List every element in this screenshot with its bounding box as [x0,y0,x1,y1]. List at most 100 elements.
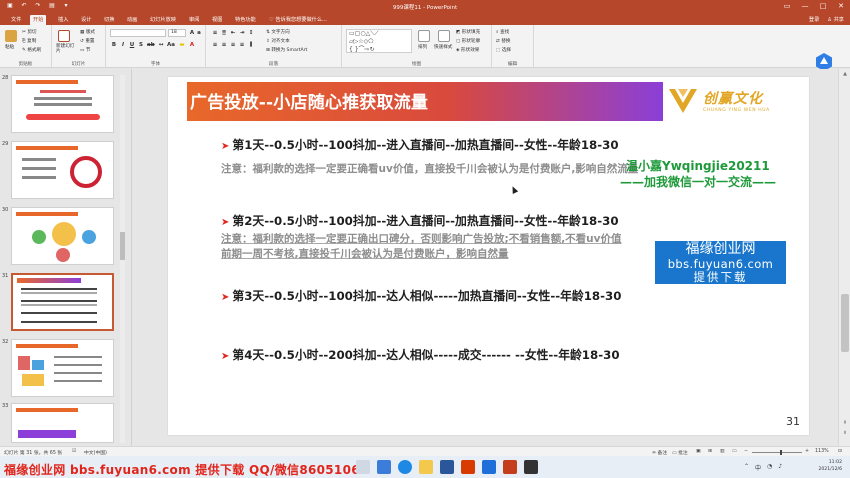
highlight-icon[interactable]: ▬ [179,42,185,48]
slide-scroll-thumb[interactable] [841,294,849,352]
wifi-icon[interactable]: ◔ [767,463,772,472]
arrange-button[interactable]: 排列 [418,44,427,50]
change-case-icon[interactable]: Aa [167,42,175,48]
slide-canvas[interactable]: 广告投放--小店随心推获取流量 创赢文化 CHUANG YING WEN HUA… [168,77,809,435]
zoom-slider[interactable] [752,452,802,453]
thumbnails-scrollbar[interactable] [120,75,125,443]
tab-design[interactable]: 设计 [78,15,94,25]
thumbnail-slide-33[interactable] [11,403,114,443]
reset-button[interactable]: ↺ 重置 [80,38,95,44]
prev-slide-icon[interactable]: ⇞ [841,419,849,427]
day-1-line[interactable]: ➤ 第1天--0.5小时--100抖加--进入直播间--加热直播间--女性--年龄… [221,136,619,153]
next-slide-icon[interactable]: ⇟ [841,429,849,437]
tab-transitions[interactable]: 切换 [101,15,117,25]
shapes-gallery[interactable]: ▭▢○△⟍⟋ ▱▷☆◇⬠{ }⌒⇨↻ [346,29,412,53]
language-indicator[interactable]: 中文(中国) [84,449,107,456]
notes-button[interactable]: ≐ 备注 [652,449,667,456]
thumbnail-slide-30[interactable] [11,207,114,265]
comments-button[interactable]: ▭ 批注 [672,449,688,456]
widgets-icon[interactable] [377,460,391,474]
quick-styles-button[interactable]: 快速样式 [434,44,452,50]
increase-font-icon[interactable]: A [189,30,195,36]
bullets-icon[interactable]: ≡ [212,30,218,36]
scroll-up-icon[interactable]: ▲ [841,70,849,78]
increase-indent-icon[interactable]: ⇥ [239,30,245,36]
paste-icon[interactable] [5,30,17,42]
cut-button[interactable]: ✂ 剪切 [22,29,37,35]
thumbnail-slide-28[interactable] [11,75,114,133]
powerpoint-taskbar-icon[interactable] [503,460,517,474]
office-icon[interactable] [461,460,475,474]
shape-outline-button[interactable]: ▢ 形状轮廓 [456,38,480,44]
share-button[interactable]: ♙ 共享 [827,15,844,25]
slide-scrollbar[interactable]: ▲ ⇞ ⇟ [838,69,850,446]
tab-file[interactable]: 文件 [8,15,24,25]
align-right-icon[interactable]: ≡ [230,42,236,48]
justify-icon[interactable]: ≡ [239,42,245,48]
new-slide-icon[interactable] [58,30,70,42]
login-link[interactable]: 登录 [809,15,819,25]
day-4-line[interactable]: ➤ 第4天--0.5小时--200抖加--达人相似-----成交------ --… [221,346,620,363]
font-name-box[interactable] [110,29,166,37]
app-icon[interactable] [482,460,496,474]
slide-title[interactable]: 广告投放--小店随心推获取流量 [190,88,428,113]
decrease-font-icon[interactable]: a [196,30,202,36]
zoom-out-icon[interactable]: − [744,449,748,454]
language-input-icon[interactable]: 中 [755,463,761,472]
find-button[interactable]: ⌕ 查找 [496,29,509,35]
recorder-icon[interactable] [524,460,538,474]
slideshow-view-icon[interactable]: ▭ [732,449,737,454]
columns-icon[interactable]: ⫼ [248,42,254,48]
paste-button[interactable]: 粘贴 [5,44,14,50]
arrange-icon[interactable] [418,30,430,42]
align-text-button[interactable]: ⇳ 对齐文本 [266,38,290,44]
volume-icon[interactable]: ♪ [778,463,782,472]
replace-button[interactable]: ⇄ 替换 [496,38,511,44]
note-2b[interactable]: 前期一周不考核,直接投千川会被认为是付费账户，影响自然量 [221,246,509,261]
char-spacing-icon[interactable]: ↔ [158,42,164,48]
note-2a[interactable]: 注意：福利款的选择一定要正确出口碑分，否则影响广告投放;不看销售额,不看uv价值 [221,231,622,246]
tab-insert[interactable]: 插入 [55,15,71,25]
zoom-in-icon[interactable]: + [805,449,809,454]
close-button[interactable]: ✕ [836,2,846,10]
day-2-line[interactable]: ➤ 第2天--0.5小时--100抖加--进入直播间--加热直播间--女性--年龄… [221,212,619,229]
slide-sorter-icon[interactable]: ⊞ [708,449,712,454]
file-explorer-icon[interactable] [419,460,433,474]
quick-styles-icon[interactable] [438,30,450,42]
underline-icon[interactable]: U [129,42,135,48]
bold-icon[interactable]: B [111,42,117,48]
normal-view-icon[interactable]: ▣ [696,449,701,454]
tab-slideshow[interactable]: 幻灯片放映 [147,15,179,25]
new-slide-button[interactable]: 新建幻灯片 [56,44,78,54]
edge-browser-icon[interactable] [398,460,412,474]
tab-home[interactable]: 开始 [30,15,47,25]
line-spacing-icon[interactable]: ↕ [248,30,254,36]
align-left-icon[interactable]: ≡ [212,42,218,48]
tell-me-box[interactable]: ♡ 告诉我您想要做什么... [266,15,330,25]
spellcheck-icon[interactable]: ☑ [72,449,76,454]
fit-slide-icon[interactable]: ⊡ [838,449,842,454]
copy-button[interactable]: ⎘ 复制 [22,38,36,44]
shape-effects-button[interactable]: ◈ 形状效果 [456,47,479,53]
maximize-button[interactable]: □ [818,2,828,10]
task-view-icon[interactable] [356,460,370,474]
align-center-icon[interactable]: ≡ [221,42,227,48]
tab-view[interactable]: 视图 [209,15,225,25]
select-button[interactable]: ⬚ 选择 [496,47,511,53]
section-button[interactable]: ▭ 节 [80,47,90,53]
format-painter-button[interactable]: ✎ 格式刷 [22,47,41,53]
numbering-icon[interactable]: ≣ [221,30,227,36]
layout-button[interactable]: ▦ 版式 [80,29,95,35]
convert-smartart-button[interactable]: ⊞ 转换为 SmartArt [266,47,307,53]
store-icon[interactable] [440,460,454,474]
strikethrough-icon[interactable]: ab [147,42,155,48]
shape-fill-button[interactable]: ◩ 形状填充 [456,29,480,35]
ribbon-display-icon[interactable]: ▭ [782,2,792,10]
shadow-icon[interactable]: S [138,42,144,48]
reading-view-icon[interactable]: ▥ [720,449,725,454]
tab-review[interactable]: 审阅 [186,15,202,25]
text-direction-button[interactable]: ⇅ 文字方向 [266,29,290,35]
thumbnail-slide-32[interactable] [11,339,114,397]
thumbnails-scroll-thumb[interactable] [120,232,125,260]
day-3-line[interactable]: ➤ 第3天--0.5小时--100抖加--达人相似-----加热直播间--女性--… [221,287,621,304]
